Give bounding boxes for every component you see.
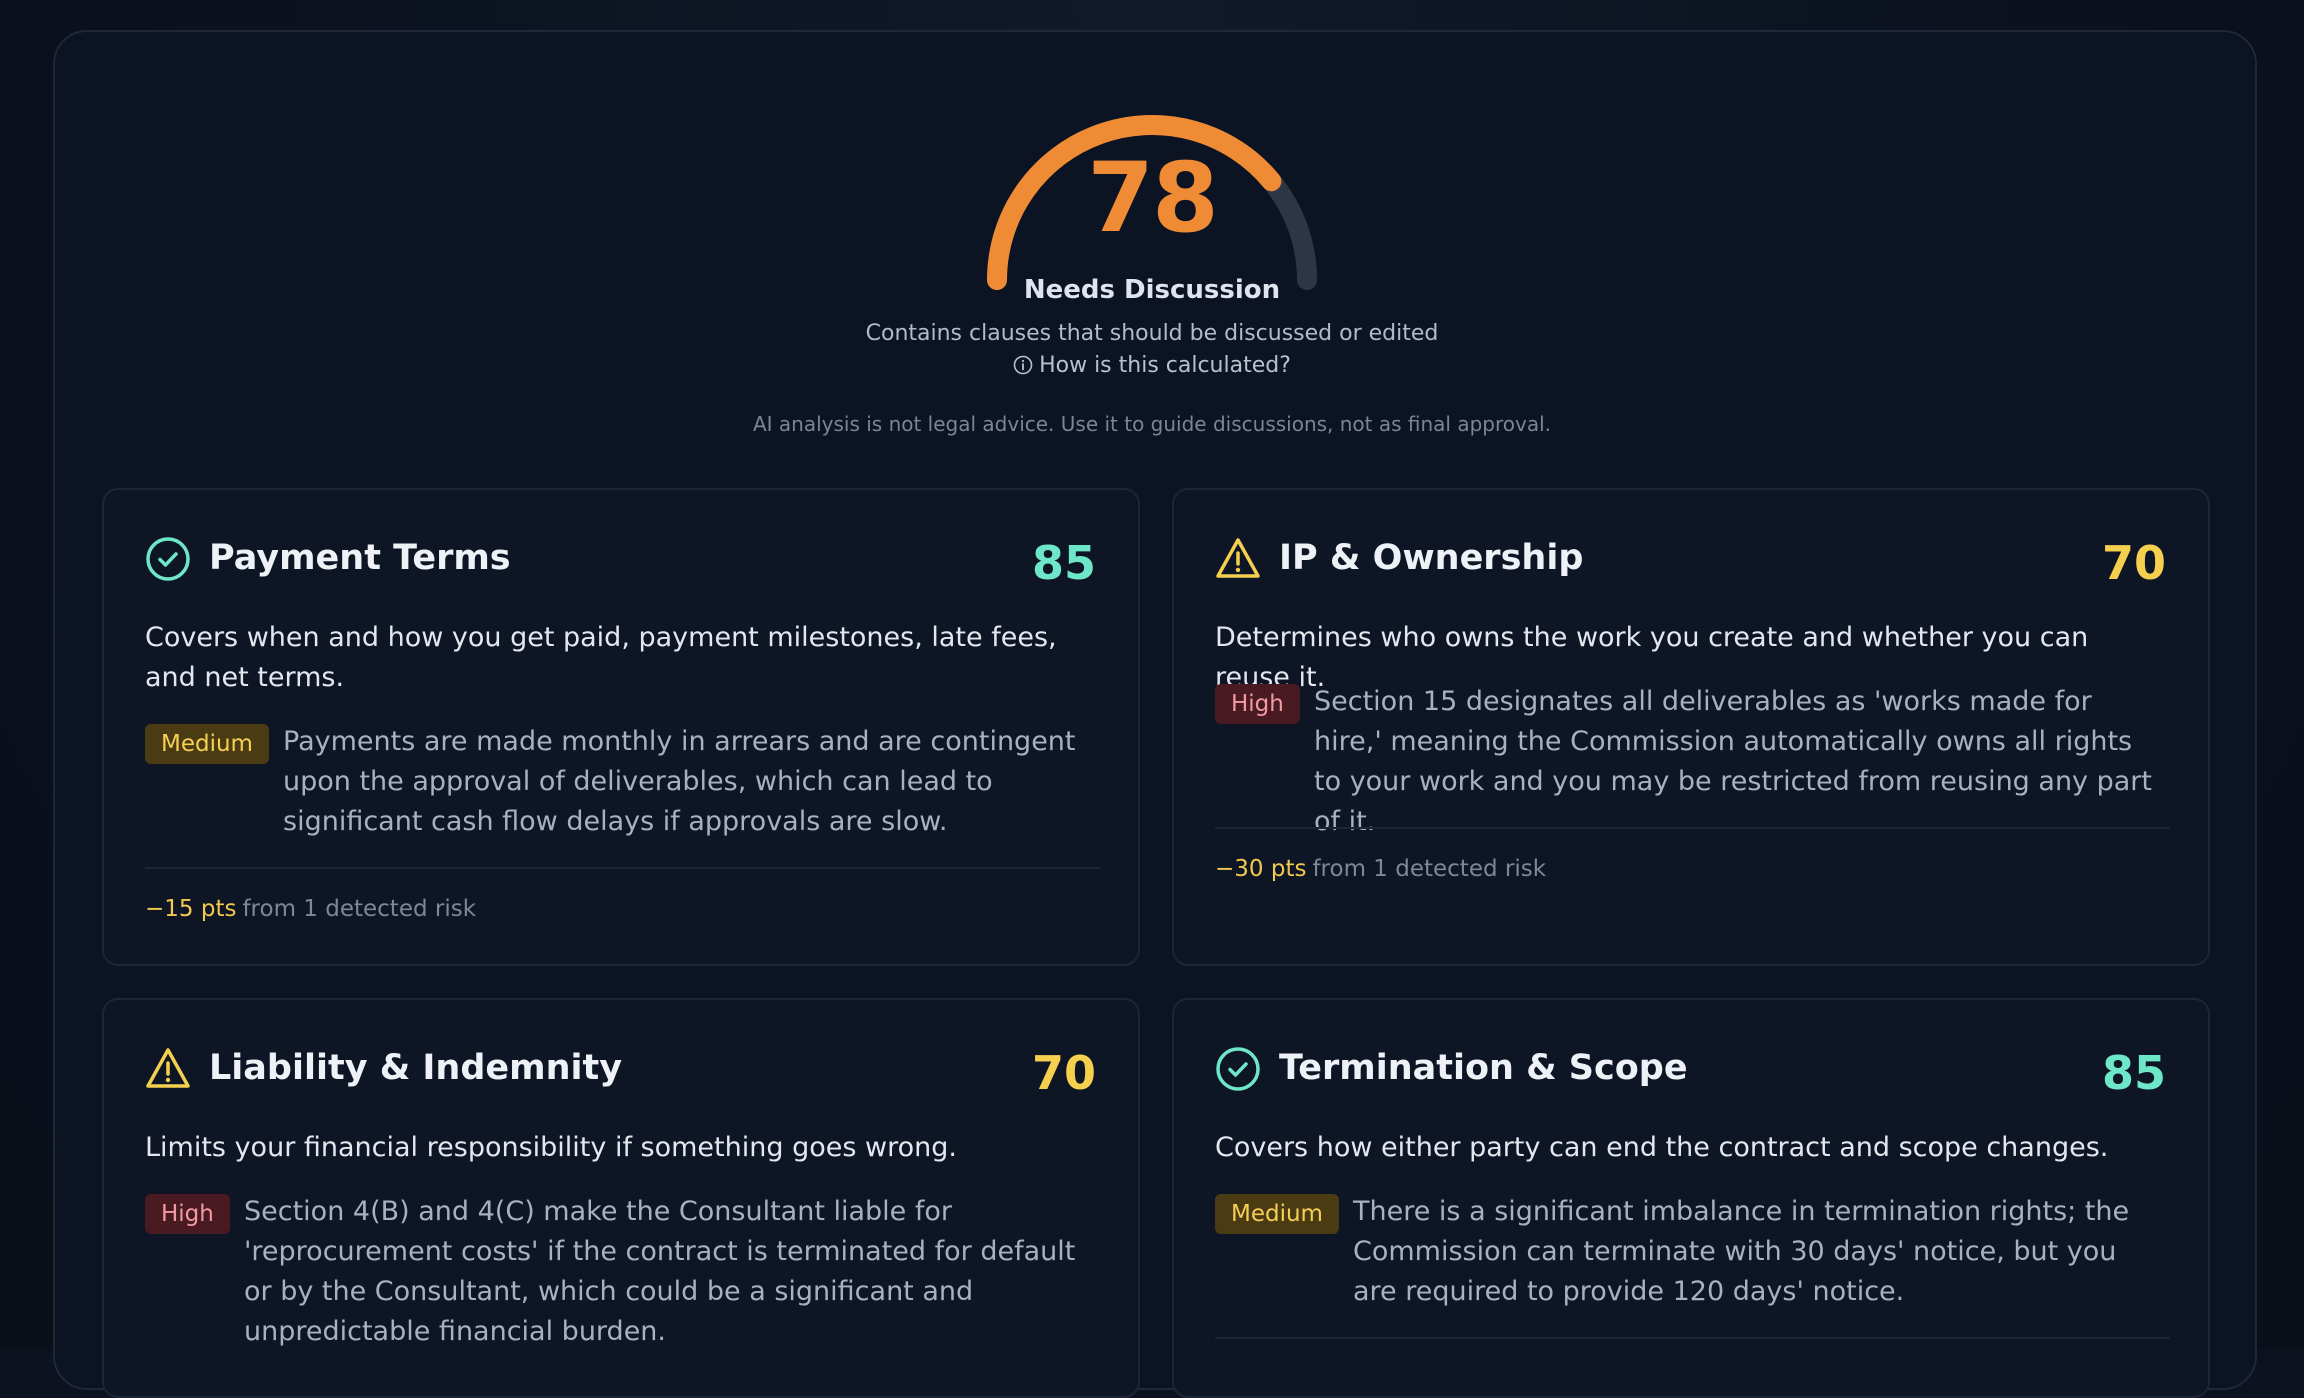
risk-item: High Section 4(B) and 4(C) make the Cons… [145,1194,1100,1354]
severity-badge: High [145,1194,230,1234]
card-title: IP & Ownership [1279,538,1584,578]
card-score: 85 [2101,1046,2166,1100]
info-icon [1013,355,1033,375]
points-note: from 1 detected risk [1312,856,1547,882]
check-circle-icon [146,537,190,581]
category-card-termination-scope[interactable]: Termination & Scope 85 Covers how either… [1172,998,2210,1398]
points-summary: −30 pts from 1 detected risk [1215,856,1546,882]
severity-badge: Medium [145,724,269,764]
card-divider [1215,827,2170,829]
points-summary: −15 pts from 1 detected risk [145,896,476,922]
card-description: Limits your financial responsibility if … [145,1132,957,1163]
risk-text: There is a significant imbalance in term… [1353,1196,2130,1307]
points-delta: −15 pts [145,896,237,922]
card-score: 85 [1031,536,1096,590]
warning-triangle-icon [146,1048,190,1088]
how-calculated-link[interactable]: How is this calculated? [0,353,2304,378]
risk-item: Medium Payments are made monthly in arre… [145,724,1100,844]
points-note: from 1 detected risk [242,896,477,922]
points-delta: −30 pts [1215,856,1307,882]
risk-text: Payments are made monthly in arrears and… [283,726,1076,837]
card-divider [1215,1337,2170,1339]
card-description: Covers when and how you get paid, paymen… [145,622,1057,693]
overall-score: 78 [1087,142,1219,254]
how-calculated-label: How is this calculated? [1039,353,1291,378]
category-card-ip-ownership[interactable]: IP & Ownership 70 Determines who owns th… [1172,488,2210,966]
card-score: 70 [1031,1046,1096,1100]
card-title: Payment Terms [209,538,511,578]
category-card-payment-terms[interactable]: Payment Terms 85 Covers when and how you… [102,488,1140,966]
risk-text: Section 15 designates all deliverables a… [1314,686,2152,837]
check-circle-icon [1216,1047,1260,1091]
card-title: Termination & Scope [1279,1048,1688,1088]
risk-item: High Section 15 designates all deliverab… [1215,684,2170,837]
verdict-label: Needs Discussion [1023,275,1281,305]
warning-triangle-icon [1216,538,1260,578]
risk-text: Section 4(B) and 4(C) make the Consultan… [244,1196,1076,1347]
card-divider [145,867,1100,869]
severity-badge: High [1215,684,1300,724]
category-card-liability-indemnity[interactable]: Liability & Indemnity 70 Limits your fin… [102,998,1140,1398]
card-title: Liability & Indemnity [209,1048,623,1088]
verdict-description: Contains clauses that should be discusse… [865,321,1439,346]
risk-item: Medium There is a significant imbalance … [1215,1194,2170,1314]
legal-disclaimer: AI analysis is not legal advice. Use it … [752,412,1552,436]
card-score: 70 [2101,536,2166,590]
card-description: Covers how either party can end the cont… [1215,1132,2109,1163]
severity-badge: Medium [1215,1194,1339,1234]
